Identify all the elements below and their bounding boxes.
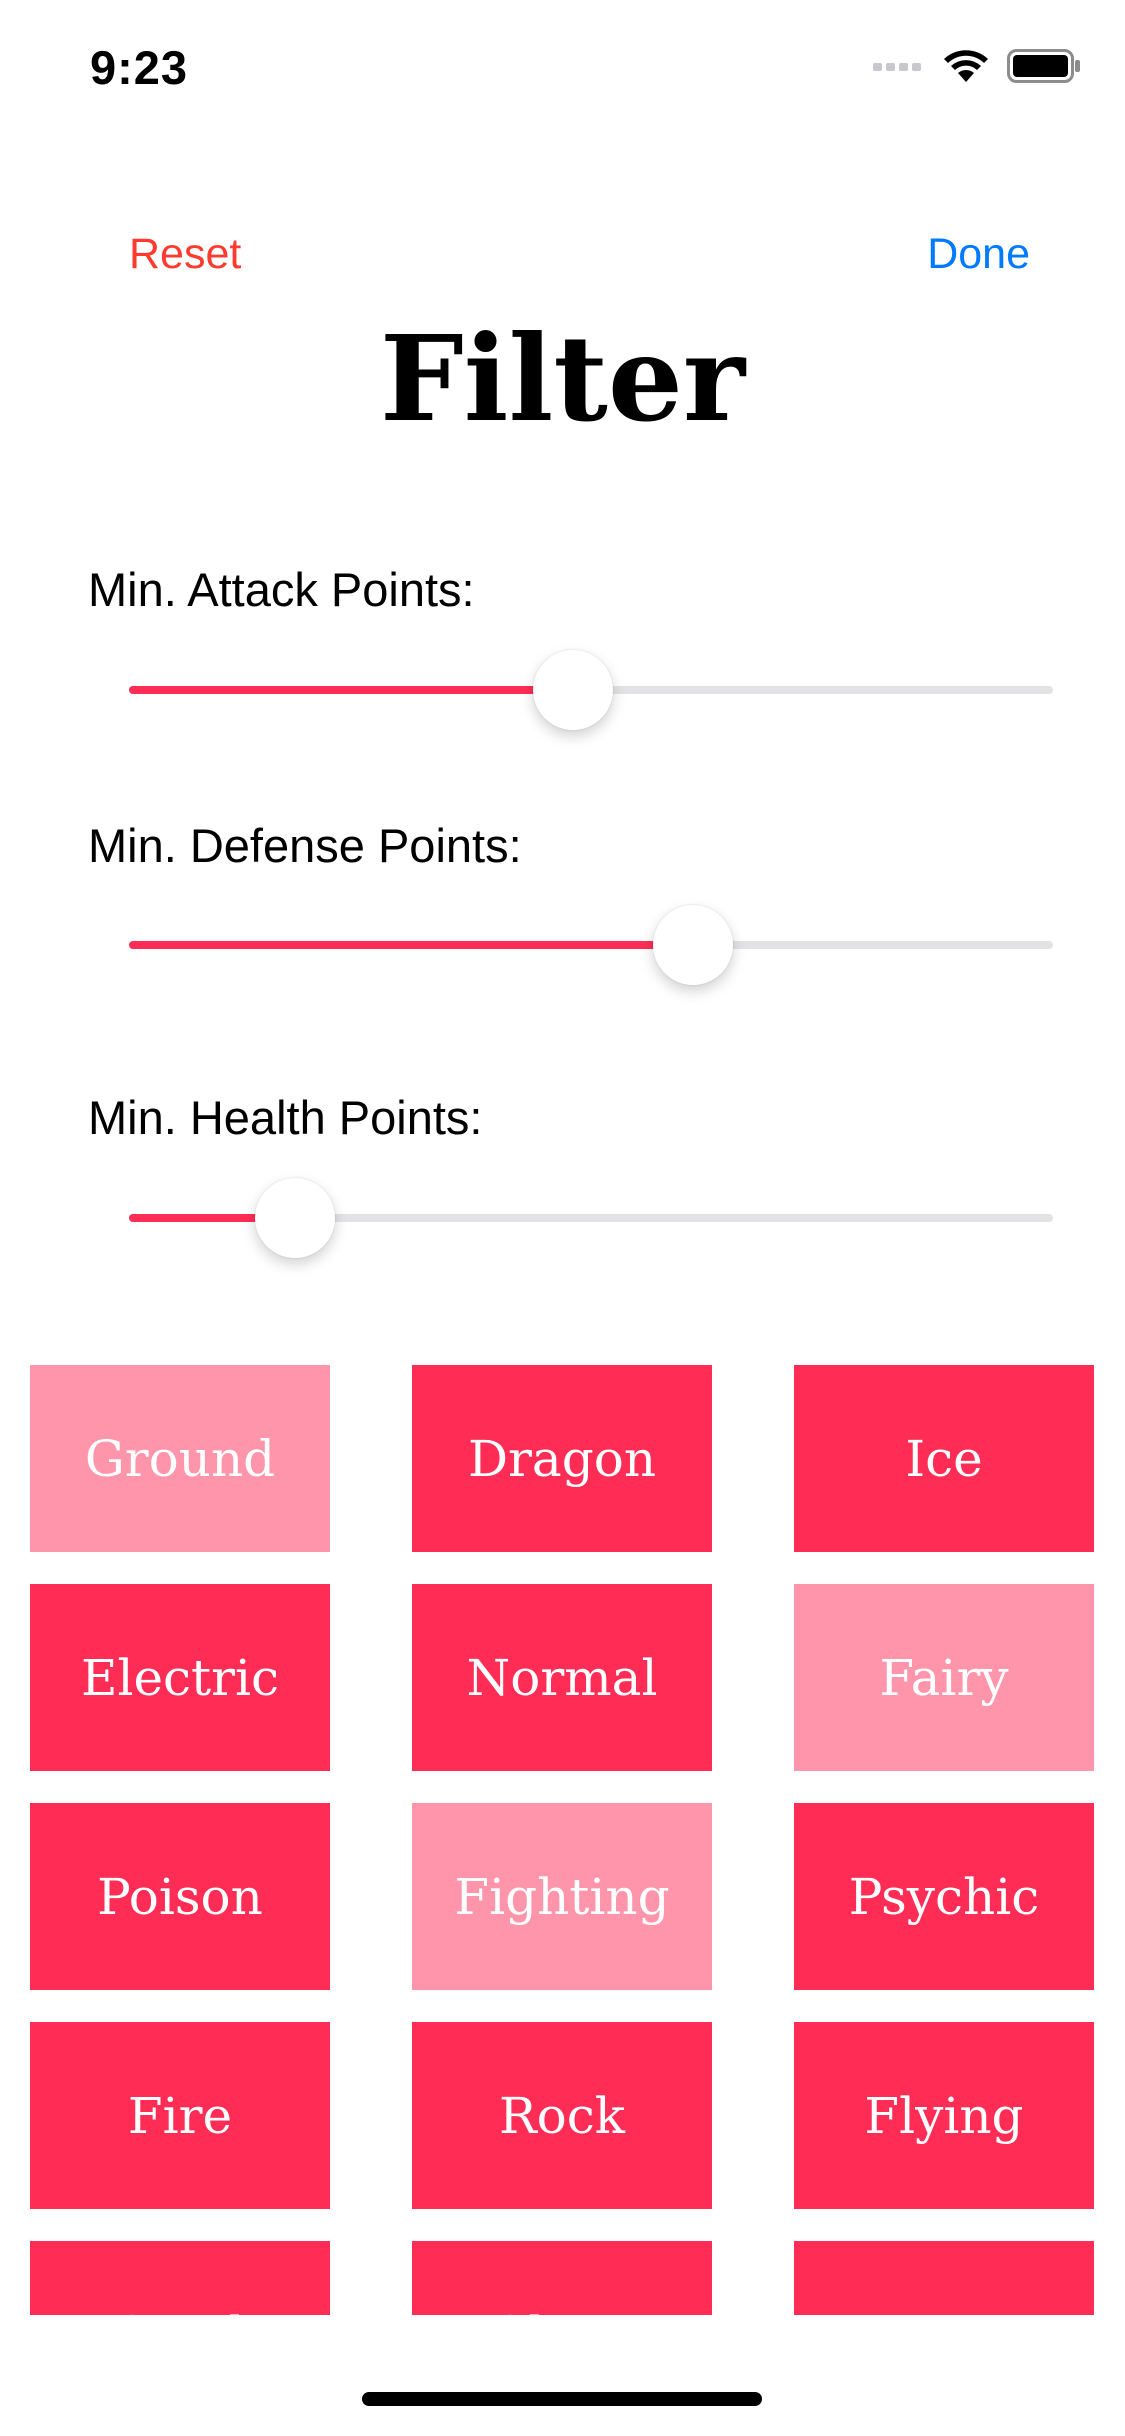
home-indicator[interactable] [362, 2392, 762, 2406]
health-slider[interactable] [129, 1178, 1053, 1258]
page-title: Filter [379, 309, 746, 448]
slider-fill [129, 941, 693, 949]
attack-slider[interactable] [129, 650, 1053, 730]
status-time: 9:23 [90, 41, 189, 94]
type-tile-psychic[interactable]: Psychic [794, 1803, 1094, 1990]
slider-thumb[interactable] [652, 905, 733, 985]
type-tile-electric[interactable]: Electric [30, 1584, 330, 1771]
slider-fill [129, 686, 573, 694]
reset-button[interactable]: Reset [129, 230, 241, 279]
type-tile-poison[interactable]: Poison [30, 1803, 330, 1990]
type-tile-ice[interactable]: Ice [794, 1365, 1094, 1552]
type-tile-dragon[interactable]: Dragon [412, 1365, 712, 1552]
done-button[interactable]: Done [927, 230, 1030, 279]
slider-thumb[interactable] [532, 650, 613, 730]
defense-slider-label: Min. Defense Points: [88, 819, 522, 872]
health-slider-label: Min. Health Points: [88, 1091, 483, 1144]
cellular-signal-icon [873, 59, 925, 78]
type-tile-water[interactable]: Water [794, 2241, 1094, 2315]
type-tile-normal[interactable]: Normal [412, 1584, 712, 1771]
status-bar: 9:23 [0, 0, 1125, 132]
type-tile-ground[interactable]: Ground [30, 1365, 330, 1552]
slider-thumb[interactable] [255, 1178, 336, 1258]
attack-slider-label: Min. Attack Points: [88, 563, 475, 616]
status-icons [873, 48, 1081, 88]
type-grid[interactable]: Ground Dragon Ice Electric Normal Fairy … [0, 1365, 1125, 2315]
battery-icon [1007, 48, 1081, 88]
type-tile-flying[interactable]: Flying [794, 2022, 1094, 2209]
type-tile-rock[interactable]: Rock [412, 2022, 712, 2209]
wifi-icon [943, 49, 989, 88]
type-tile-ghost[interactable]: Ghost [412, 2241, 712, 2315]
type-tile-fire[interactable]: Fire [30, 2022, 330, 2209]
type-tile-fighting[interactable]: Fighting [412, 1803, 712, 1990]
type-tile-steel[interactable]: Steel [30, 2241, 330, 2315]
defense-slider[interactable] [129, 905, 1053, 985]
type-tile-fairy[interactable]: Fairy [794, 1584, 1094, 1771]
